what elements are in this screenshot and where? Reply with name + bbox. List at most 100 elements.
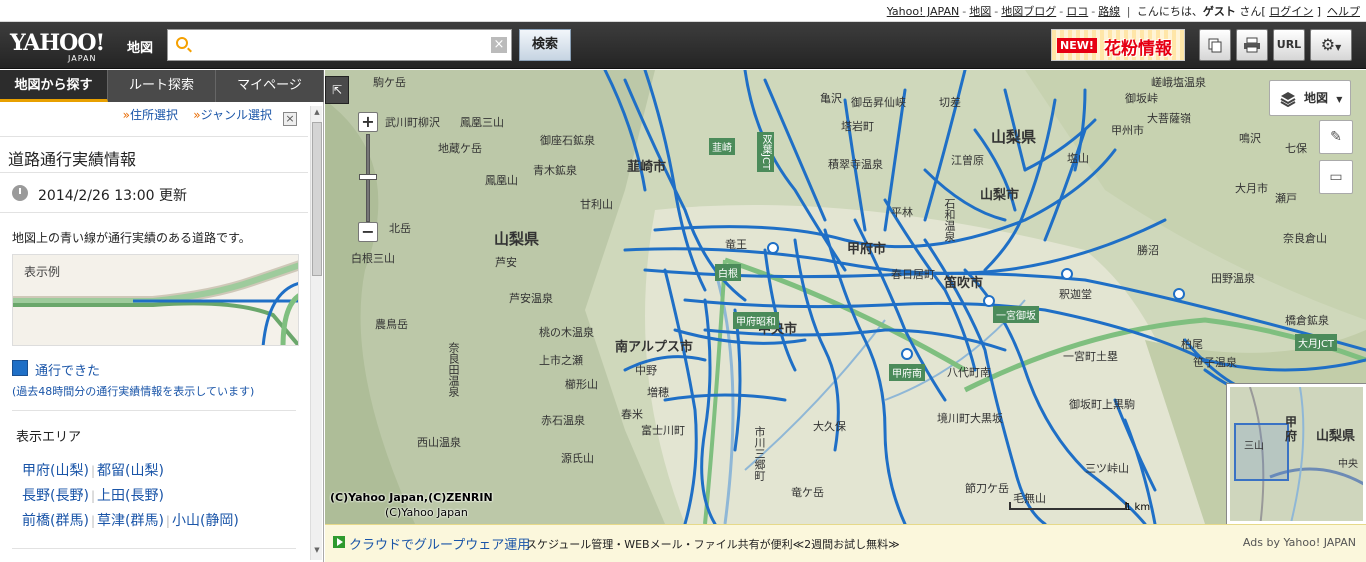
settings-button[interactable]: ⚙▼ xyxy=(1310,29,1352,61)
place-label: 中野 xyxy=(635,364,657,377)
map-canvas[interactable]: 山梨県 山梨県 甲府市 韮崎市 南アルプス市 笛吹市 中央市 駒ケ岳 亀沢 御岳… xyxy=(325,70,1366,524)
print-button[interactable] xyxy=(1236,29,1268,61)
passed-road-note: (過去48時間分の通行実績情報を表示しています) xyxy=(12,385,255,398)
ic-sign: 白根 xyxy=(715,264,741,281)
link-map-blog[interactable]: 地図ブログ xyxy=(1001,5,1056,18)
ic-sign: 甲府南 xyxy=(889,364,925,381)
chevron-down-icon: ▼ xyxy=(1336,95,1343,104)
search-input[interactable] xyxy=(196,34,486,56)
area-row: 長野(長野) | 上田(長野) xyxy=(22,485,164,505)
place-label: 八代町南 xyxy=(947,366,991,379)
top-utility-strip: Yahoo! JAPAN - 地図 - 地図ブログ - ロコ - 路線 | こんにちは、ゲスト … xyxy=(0,0,1366,22)
place-label: 切差 xyxy=(939,96,961,109)
search-box: × xyxy=(167,29,512,61)
place-label: 亀沢 xyxy=(820,92,842,105)
tab-search-from-map[interactable]: 地図から探す xyxy=(0,70,108,102)
link-map[interactable]: 地図 xyxy=(969,5,991,18)
greeting-suffix: さん xyxy=(1239,5,1262,18)
prefecture-label: 山梨県 xyxy=(991,128,1037,146)
place-label: 田野温泉 xyxy=(1211,272,1255,285)
panel-toggle-button[interactable]: ⇱ xyxy=(325,76,349,104)
scroll-down-icon[interactable]: ▼ xyxy=(312,546,322,558)
tab-my-page[interactable]: マイページ xyxy=(216,70,324,102)
area-link-kusatsu[interactable]: 草津(群馬) xyxy=(97,513,164,529)
chevron-down-icon: ▼ xyxy=(1335,43,1342,52)
url-button[interactable]: URL xyxy=(1273,29,1305,61)
place-label: 七保 xyxy=(1285,142,1307,155)
arrow-icon: » xyxy=(193,108,201,122)
search-button[interactable]: 検索 xyxy=(519,29,571,61)
ad-bar: クラウドでグループウェア運用 スケジュール管理・WEBメール・ファイル共有が便利… xyxy=(325,524,1366,562)
login-link[interactable]: ログイン xyxy=(1269,5,1313,18)
panel-scrollbar[interactable]: ▲ ▼ xyxy=(310,106,322,560)
genre-select-link[interactable]: ジャンル選択 xyxy=(201,108,272,122)
link-loco[interactable]: ロコ xyxy=(1066,5,1088,18)
place-label: 芦安温泉 xyxy=(509,292,553,305)
area-separator: | xyxy=(90,514,95,528)
clear-icon[interactable]: × xyxy=(491,37,507,53)
area-link-tsuru[interactable]: 都留(山梨) xyxy=(97,463,164,479)
pollen-info-banner[interactable]: NEW! 花粉情報 xyxy=(1051,29,1185,61)
map-copyright: (C)Yahoo Japan,(C)ZENRIN xyxy=(330,491,493,504)
place-label: 江曽原 xyxy=(951,154,984,167)
logo-japan: JAPAN xyxy=(68,54,97,63)
map-layer-button[interactable]: 地図 ▼ xyxy=(1269,80,1351,116)
zoom-slider-handle[interactable] xyxy=(359,174,377,180)
yahoo-logo[interactable]: YAHOO! JAPAN xyxy=(10,32,122,64)
search-icon xyxy=(176,37,188,49)
copy-button[interactable] xyxy=(1199,29,1231,61)
city-label: 甲府市 xyxy=(847,242,887,257)
logo-wordmark: YAHOO! xyxy=(10,30,105,56)
place-label: 富士川町 xyxy=(641,424,685,437)
place-label: 柏尾 xyxy=(1181,338,1203,351)
map-terrain-and-roads xyxy=(325,70,1366,524)
minimap-label: 三山 xyxy=(1244,441,1264,452)
ad-text[interactable]: スケジュール管理・WEBメール・ファイル共有が便利≪2週間お試し無料≫ xyxy=(526,536,900,552)
area-link-kofu[interactable]: 甲府(山梨) xyxy=(22,463,89,479)
minimap-viewport[interactable] xyxy=(1234,423,1289,481)
place-label: 鳴沢 xyxy=(1239,132,1261,145)
tab-route-search[interactable]: ルート探索 xyxy=(108,70,216,102)
place-label: 春米 xyxy=(621,408,643,421)
area-link-oyama[interactable]: 小山(静岡) xyxy=(172,513,239,529)
area-link-nagano[interactable]: 長野(長野) xyxy=(22,488,89,504)
scroll-up-icon[interactable]: ▲ xyxy=(312,108,322,120)
panel-close-button[interactable]: × xyxy=(283,112,297,126)
panel-title: 道路通行実績情報 xyxy=(8,150,137,169)
place-label: 勝沼 xyxy=(1137,244,1159,257)
divider xyxy=(12,548,296,549)
link-yahoo-japan[interactable]: Yahoo! JAPAN xyxy=(887,5,960,18)
ic-sign: 大月JCT xyxy=(1295,334,1338,351)
area-row: 甲府(山梨) | 都留(山梨) xyxy=(22,460,164,480)
zoom-in-button[interactable]: + xyxy=(358,112,378,132)
place-label: 三ツ峠山 xyxy=(1085,462,1129,475)
place-label: 釈迦堂 xyxy=(1059,288,1092,301)
place-label: 塩山 xyxy=(1067,152,1089,165)
place-label: 平林 xyxy=(891,206,913,219)
ad-link[interactable]: クラウドでグループウェア運用 xyxy=(349,534,530,553)
place-label: 一宮町土塁 xyxy=(1063,350,1118,363)
greeting-prefix: こんにちは、 xyxy=(1136,5,1203,18)
area-link-ueda[interactable]: 上田(長野) xyxy=(97,488,164,504)
link-route[interactable]: 路線 xyxy=(1098,5,1120,18)
address-select-link[interactable]: 住所選択 xyxy=(130,108,178,122)
area-separator: | xyxy=(90,489,95,503)
passed-road-swatch xyxy=(12,360,28,376)
place-label: 嵯峨塩温泉 xyxy=(1151,76,1206,89)
place-label: 竜ケ岳 xyxy=(791,486,824,499)
place-label: 増穂 xyxy=(647,386,669,399)
area-link-maebashi[interactable]: 前橋(群馬) xyxy=(22,513,89,529)
ruler-icon: ▭ xyxy=(1329,169,1343,185)
area-separator: | xyxy=(165,514,170,528)
city-label: 笛吹市 xyxy=(944,276,984,291)
place-label: 大菩薩嶺 xyxy=(1147,112,1191,125)
zoom-out-button[interactable]: − xyxy=(358,222,378,242)
header-bar: YAHOO! JAPAN 地図 × 検索 NEW! 花粉情報 URL ⚙▼ xyxy=(0,22,1366,69)
overview-minimap[interactable]: 甲府 山梨県 三山 中央 xyxy=(1226,383,1366,524)
measure-tool-button[interactable]: ▭ xyxy=(1319,160,1353,194)
scroll-thumb[interactable] xyxy=(312,122,322,276)
passed-road-label: 通行できた xyxy=(35,364,101,379)
draw-tool-button[interactable]: ✎ xyxy=(1319,120,1353,154)
arrow-icon: » xyxy=(122,108,130,122)
help-link[interactable]: ヘルプ xyxy=(1327,5,1360,18)
